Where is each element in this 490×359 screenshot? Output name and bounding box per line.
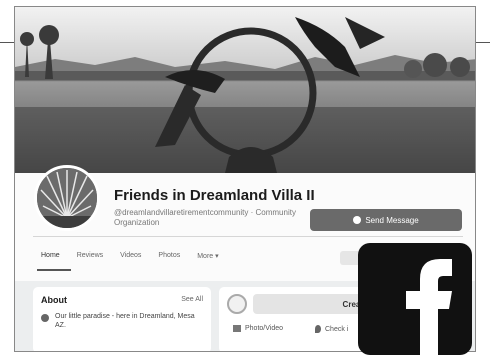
messenger-icon xyxy=(353,216,362,224)
check-in-button[interactable]: Check i xyxy=(315,325,348,333)
tab-more[interactable]: More ▾ xyxy=(197,252,218,260)
page-avatar[interactable] xyxy=(34,165,100,231)
tab-reviews[interactable]: Reviews xyxy=(77,252,103,260)
divider xyxy=(33,236,463,237)
see-all-link[interactable]: See All xyxy=(181,296,203,303)
photo-video-button[interactable]: Photo/Video xyxy=(233,325,283,332)
photo-video-label: Photo/Video xyxy=(245,325,284,332)
composer-avatar xyxy=(227,294,247,314)
about-card: About See All Our little paradise - here… xyxy=(33,287,211,351)
about-title: About xyxy=(41,295,67,305)
tab-videos[interactable]: Videos xyxy=(120,252,141,260)
photo-icon xyxy=(233,325,241,332)
cover-photo-image xyxy=(15,7,475,173)
screenshot-stage: Friends in Dreamland Villa II @dreamland… xyxy=(0,0,490,359)
info-icon xyxy=(41,314,49,322)
send-message-label: Send Message xyxy=(365,215,419,225)
facebook-logo-icon xyxy=(358,243,472,355)
page-tabs: Home Reviews Videos Photos More ▾ xyxy=(41,252,236,260)
active-tab-indicator xyxy=(37,269,71,271)
page-title: Friends in Dreamland Villa II xyxy=(114,187,315,204)
check-in-label: Check i xyxy=(325,325,349,333)
tab-photos[interactable]: Photos xyxy=(158,252,180,260)
send-message-button[interactable]: Send Message xyxy=(310,209,462,231)
facebook-f-glyph xyxy=(406,259,452,355)
about-description: Our little paradise - here in Dreamland,… xyxy=(55,313,195,329)
agave-plant-image xyxy=(37,168,97,228)
tab-home[interactable]: Home xyxy=(41,252,60,260)
cover-photo xyxy=(15,7,475,173)
page-handle-category: @dreamlandvillaretirementcommunity · Com… xyxy=(114,208,296,227)
location-pin-icon xyxy=(315,325,321,333)
